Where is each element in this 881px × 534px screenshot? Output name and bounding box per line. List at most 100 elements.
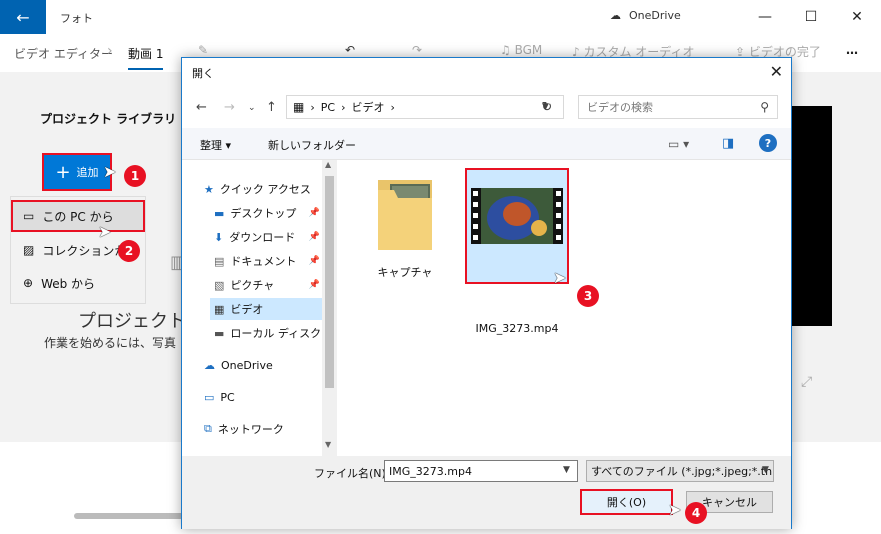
nav-item-local-disk[interactable]: ▬ ローカル ディスク (C: [214, 322, 322, 344]
nav-item-label: ローカル ディスク (C: [230, 327, 322, 340]
nav-item-pictures[interactable]: ▧ ピクチャ 📌: [214, 274, 322, 296]
back-button[interactable]: ←: [0, 0, 46, 34]
breadcrumb-video-editor[interactable]: ビデオ エディター: [14, 45, 113, 62]
breadcrumb-current[interactable]: 動画 1: [128, 45, 164, 70]
organize-button[interactable]: 整理 ▾: [200, 137, 231, 153]
video-folder-icon: ▦: [293, 100, 305, 114]
more-options-icon[interactable]: …: [846, 43, 858, 57]
nav-item-downloads[interactable]: ⬇ ダウンロード 📌: [214, 226, 322, 248]
mouse-cursor-icon: ➤: [98, 222, 112, 241]
search-input[interactable]: ビデオの検索 ⚲: [578, 95, 778, 119]
nav-scrollbar[interactable]: ▲ ▼: [322, 160, 337, 456]
menu-item-from-pc[interactable]: ▭ この PC から: [11, 200, 145, 232]
nav-item-label: デスクトップ: [230, 207, 297, 220]
pc-icon: ▭: [23, 209, 35, 223]
desktop-icon: ▬: [214, 206, 225, 220]
open-dialog: 開く ✕ ← → ⌄ ↑ ▦ › PC › ビデオ › ▼ ビデオの検索 ⚲ ↻…: [181, 57, 792, 529]
file-item-folder[interactable]: キャプチャ: [370, 170, 440, 280]
collection-icon: ▨: [23, 243, 35, 257]
up-arrow-icon[interactable]: ↑: [266, 100, 277, 115]
maximize-button[interactable]: ☐: [788, 0, 834, 34]
pin-icon: 📌: [308, 208, 320, 218]
app-title: フォト: [60, 12, 93, 25]
pc-icon: ▭: [204, 390, 215, 404]
file-item-label: キャプチャ: [377, 266, 433, 279]
back-arrow-icon[interactable]: ←: [196, 100, 207, 115]
open-button[interactable]: 開く(O): [580, 489, 673, 515]
onedrive-status[interactable]: ☁ OneDrive: [610, 9, 681, 22]
new-folder-button[interactable]: 新しいフォルダー: [268, 137, 356, 153]
refresh-icon: ↻: [541, 99, 553, 115]
forward-arrow-icon[interactable]: →: [224, 100, 235, 115]
nav-item-pc[interactable]: ▭ PC: [204, 386, 322, 408]
close-button[interactable]: ✕: [834, 0, 880, 34]
disk-icon: ▬: [214, 326, 225, 340]
picture-icon: ▧: [214, 278, 225, 292]
address-bar[interactable]: ▦ › PC › ビデオ ›: [286, 95, 564, 119]
help-icon[interactable]: ?: [759, 134, 777, 152]
dialog-close-icon[interactable]: ✕: [770, 62, 783, 81]
project-subtitle: 作業を始めるには、写真: [44, 336, 177, 350]
preview-pane-icon[interactable]: ◨: [722, 136, 734, 151]
step-badge-1: 1: [124, 165, 146, 187]
nav-item-desktop[interactable]: ▬ デスクトップ 📌: [214, 202, 322, 224]
nav-item-label: ビデオ: [230, 303, 264, 316]
filename-input[interactable]: IMG_3273.mp4: [384, 460, 578, 482]
nav-item-documents[interactable]: ▤ ドキュメント 📌: [214, 250, 322, 272]
address-segment-pc[interactable]: PC: [321, 101, 335, 114]
step-badge-4: 4: [685, 502, 707, 524]
menu-item-from-web[interactable]: ⊕ Web から: [11, 267, 145, 299]
scroll-down-icon[interactable]: ▼: [325, 440, 331, 449]
pin-icon: 📌: [308, 256, 320, 266]
video-thumbnail-icon: [471, 188, 563, 244]
breadcrumb-separator-icon: ›: [107, 43, 113, 59]
pin-icon: 📌: [308, 232, 320, 242]
step-badge-2: 2: [118, 240, 140, 262]
address-segment-video[interactable]: ビデオ: [351, 99, 384, 115]
filename-dropdown-icon[interactable]: ▼: [563, 465, 570, 475]
nav-item-video[interactable]: ▦ ビデオ: [210, 298, 322, 320]
redo-icon[interactable]: ↷: [412, 43, 422, 57]
scroll-up-icon[interactable]: ▲: [325, 160, 331, 169]
filename-label: ファイル名(N):: [314, 467, 390, 480]
minimize-icon: —: [758, 9, 772, 25]
mouse-cursor-icon: ➤: [553, 268, 567, 287]
pencil-icon[interactable]: ✎: [198, 43, 208, 57]
search-icon[interactable]: ⚲: [760, 100, 769, 114]
nav-item-onedrive[interactable]: ☁ OneDrive: [204, 354, 322, 376]
add-button[interactable]: + 追加: [42, 153, 112, 191]
mouse-cursor-icon: ➤: [103, 162, 117, 181]
dialog-title: 開く: [182, 58, 791, 88]
close-icon: ✕: [851, 9, 863, 25]
undo-icon[interactable]: ↶: [345, 43, 355, 57]
add-label: 追加: [76, 166, 99, 179]
star-icon: ★: [204, 182, 214, 196]
nav-item-quick-access[interactable]: ★ クイック アクセス: [204, 178, 322, 200]
bgm-label: BGM: [514, 43, 543, 57]
dialog-navbar: ← → ⌄ ↑ ▦ › PC › ビデオ › ▼ ビデオの検索 ⚲ ↻: [182, 88, 791, 128]
filetype-select[interactable]: すべてのファイル (*.jpg;*.jpeg;*.thu: [586, 460, 774, 482]
nav-item-label: PC: [220, 390, 235, 404]
step-badge-3: 3: [577, 285, 599, 307]
back-arrow-icon: ←: [16, 7, 30, 27]
network-icon: ⧉: [204, 422, 212, 435]
pin-icon: 📌: [308, 280, 320, 290]
navigation-pane: ★ クイック アクセス ▬ デスクトップ 📌 ⬇ ダウンロード 📌 ▤ ドキュメント 📌 ▧ ピ…: [182, 160, 337, 456]
file-item-video[interactable]: IMG_3273.mp4: [465, 168, 569, 335]
recent-dropdown-icon[interactable]: ⌄: [248, 103, 256, 113]
refresh-button[interactable]: ↻: [535, 95, 559, 119]
video-preview: [790, 106, 832, 326]
expand-icon[interactable]: ⤢: [801, 374, 812, 390]
minimize-button[interactable]: —: [742, 0, 788, 34]
nav-item-network[interactable]: ⧉ ネットワーク: [204, 418, 322, 440]
plus-icon: +: [55, 161, 71, 183]
nav-item-label: クイック アクセス: [219, 183, 311, 196]
scroll-thumb[interactable]: [325, 176, 334, 388]
view-options-icon[interactable]: ▭ ▾: [668, 137, 689, 151]
onedrive-label: OneDrive: [629, 9, 681, 22]
filetype-dropdown-icon[interactable]: ▼: [762, 465, 769, 475]
storyboard-scrollbar[interactable]: [74, 513, 184, 519]
search-placeholder: ビデオの検索: [587, 101, 653, 114]
bgm-button[interactable]: ♫ BGM: [500, 43, 542, 57]
library-title: プロジェクト ライブラリ: [40, 112, 177, 126]
